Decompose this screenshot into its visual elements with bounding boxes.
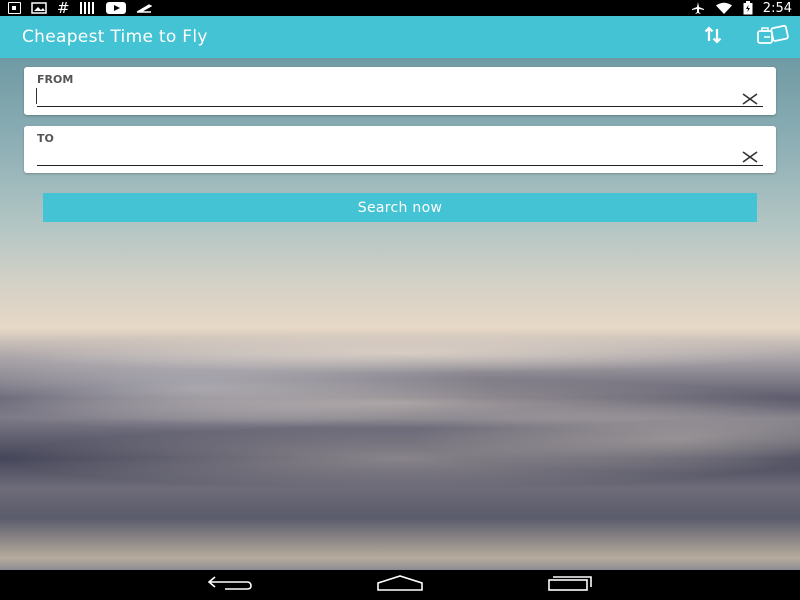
image-icon [31,1,47,15]
text-cursor [36,88,37,104]
back-icon [207,575,253,595]
to-label: TO [37,132,54,145]
home-button[interactable] [370,573,430,597]
download-icon [8,1,21,15]
battery-icon [743,1,753,15]
cloud-band-upper [0,333,800,373]
from-input[interactable] [37,87,763,107]
flight-icon [136,1,152,15]
cloud-band-middle [0,378,800,428]
to-card: TO [24,126,776,173]
swap-icon [703,25,723,49]
luggage-button[interactable] [757,24,789,50]
app-bar-actions [700,24,789,50]
recent-apps-icon [547,575,593,595]
youtube-icon [105,1,126,15]
status-clock: 2:54 [762,0,792,16]
app-bar: Cheapest Time to Fly [0,16,800,58]
close-icon [741,90,759,109]
from-card: FROM [24,67,776,115]
navigation-bar [0,570,800,600]
status-right-icons: 2:54 [691,1,792,16]
cloud-band-lower [0,428,800,488]
luggage-icon [756,23,790,51]
app-title: Cheapest Time to Fly [22,27,208,47]
search-now-button[interactable]: Search now [43,193,757,222]
close-icon [741,148,759,167]
back-button[interactable] [200,573,260,597]
status-left-icons: # [8,0,152,17]
recent-apps-button[interactable] [540,573,600,597]
wifi-icon [715,1,733,15]
from-clear-button[interactable] [740,89,760,109]
status-bar: # 2:54 [0,0,800,17]
to-clear-button[interactable] [740,147,760,167]
to-input[interactable] [37,146,763,166]
airplane-mode-icon [691,1,705,15]
swap-button[interactable] [700,24,726,50]
barcode-icon [79,1,96,15]
home-icon [376,575,424,595]
hashtag-icon: # [57,0,70,17]
from-label: FROM [37,73,74,86]
